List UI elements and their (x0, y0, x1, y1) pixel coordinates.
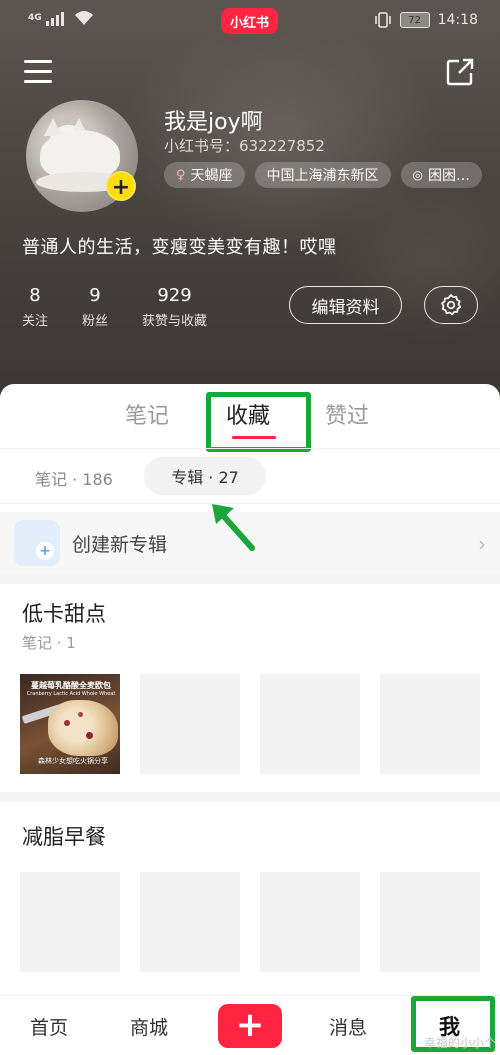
status-right: 72 14:18 (374, 11, 478, 29)
status-left: 4G (28, 10, 94, 26)
nickname: 我是joy啊 (164, 110, 263, 135)
gear-icon (441, 294, 462, 316)
album-placeholder (380, 872, 480, 972)
stats: 8 关注 9 粉丝 929 获赞与收藏 (22, 285, 207, 329)
album-thumbnails: 蔓越莓乳酪酸全麦欧包 Cranberry Lactic Acid Whole W… (20, 674, 480, 774)
nav-home[interactable]: 首页 (30, 1013, 68, 1040)
watermark: 幸福的小小个 (423, 1036, 496, 1050)
album-placeholder (140, 674, 240, 774)
album-placeholder (380, 674, 480, 774)
album-placeholder (20, 872, 120, 972)
post-add-button[interactable]: + (218, 1004, 282, 1048)
content-card: 笔记 收藏 赞过 笔记 · 186 专辑 · 27 + 创建新专辑 › 低卡甜点… (0, 384, 500, 996)
clock: 14:18 (437, 12, 478, 28)
album-placeholder (260, 872, 360, 972)
edit-profile-button[interactable]: 编辑资料 (289, 286, 402, 324)
profile-tags: ♀ 天蝎座 中国上海浦东新区 ◎ 困困… (164, 162, 500, 192)
status-bar: 4G 小红书 72 14:18 (0, 0, 500, 42)
photo-caption-sub: Cranberry Lactic Acid Whole Wheat (26, 691, 116, 697)
vibrate-icon (374, 12, 391, 28)
album-thumbnails (20, 872, 480, 972)
medal-icon: ◎ (412, 168, 424, 182)
battery-icon: 72 (399, 12, 430, 28)
create-album-label: 创建新专辑 (72, 534, 168, 556)
tag-badge: ◎ 困困… (400, 162, 483, 188)
album-placeholder (260, 674, 360, 774)
tag-location: 中国上海浦东新区 (254, 162, 391, 188)
album-photo[interactable]: 蔓越莓乳酪酸全麦欧包 Cranberry Lactic Acid Whole W… (20, 674, 120, 774)
bottom-nav: 首页 商城 + 消息 我 幸福的小小个 (0, 995, 500, 1055)
avatar-add-icon[interactable]: + (106, 171, 136, 201)
nav-mall[interactable]: 商城 (130, 1013, 168, 1040)
nav-messages[interactable]: 消息 (329, 1013, 367, 1040)
arrow-annotation-icon (212, 504, 255, 551)
album-title[interactable]: 低卡甜点 (22, 598, 106, 628)
tab-notes[interactable]: 笔记 (125, 398, 169, 430)
photo-footer: 森林少女想吃火锅分享 (38, 757, 108, 765)
app-logo: 小红书 (221, 8, 278, 34)
female-icon: ♀ (176, 167, 186, 183)
stat-followers[interactable]: 9 粉丝 (82, 285, 108, 329)
signal-icon (45, 10, 64, 26)
network-type: 4G (28, 13, 42, 23)
profile-header: 4G 小红书 72 14:18 + 我是joy啊 小红书号：632227852 … (0, 0, 500, 400)
collection-subtabs: 笔记 · 186 专辑 · 27 (0, 448, 500, 504)
settings-button[interactable] (424, 286, 478, 324)
album-title[interactable]: 减脂早餐 (22, 821, 106, 851)
profile-tabs: 笔记 收藏 赞过 (0, 384, 500, 452)
divider (0, 574, 500, 584)
photo-caption: 蔓越莓乳酪酸全麦欧包 (31, 681, 111, 690)
tab-liked[interactable]: 赞过 (325, 398, 369, 430)
tab-highlight-box (206, 392, 311, 452)
album-placeholder (140, 872, 240, 972)
share-icon[interactable] (446, 58, 474, 86)
red-id: 小红书号：632227852 (164, 137, 325, 155)
bio: 普通人的生活，变瘦变美变有趣！哎嘿 (22, 237, 337, 258)
album-add-icon: + (14, 520, 60, 566)
tag-zodiac: ♀ 天蝎座 (164, 162, 245, 188)
subtab-notes[interactable]: 笔记 · 186 (35, 466, 113, 490)
chevron-right-icon: › (478, 532, 486, 556)
album-count: 笔记 · 1 (22, 634, 76, 652)
wifi-icon (74, 11, 93, 25)
stat-likes-collects[interactable]: 929 获赞与收藏 (142, 285, 207, 329)
stat-following[interactable]: 8 关注 (22, 285, 48, 329)
divider (0, 792, 500, 802)
menu-icon[interactable] (24, 60, 52, 84)
subtab-albums[interactable]: 专辑 · 27 (144, 457, 266, 495)
